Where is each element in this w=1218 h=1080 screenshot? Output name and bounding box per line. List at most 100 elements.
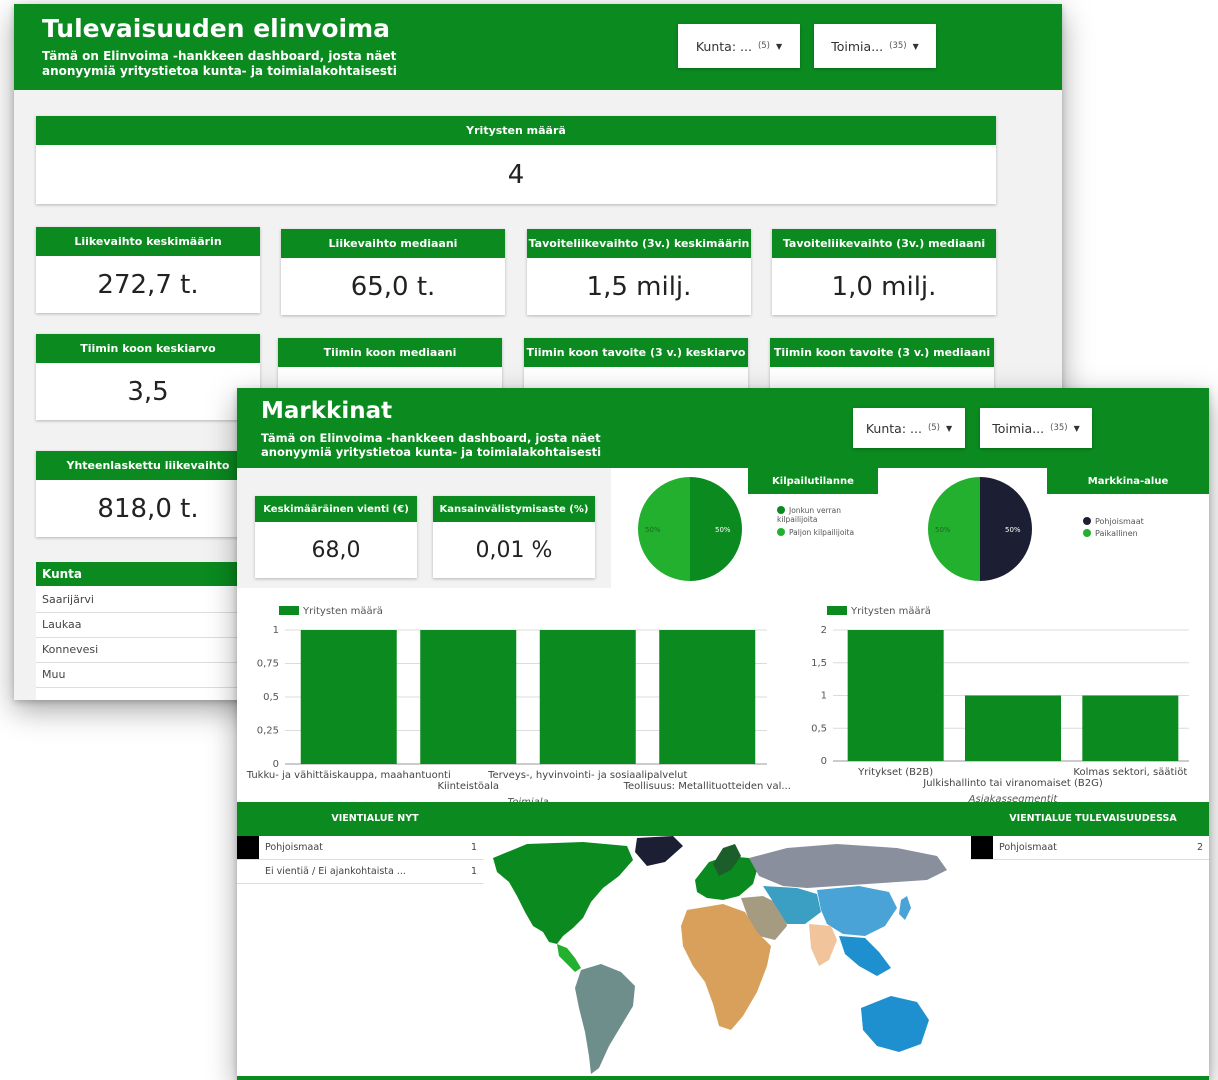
y-tick-label: 0 <box>273 759 279 770</box>
kpi-label: Tavoiteliikevaihto (3v.) mediaani <box>772 229 996 258</box>
legend-label: Jonkun verran kilpailijoita <box>777 506 841 524</box>
back-kunta-filter[interactable]: Kunta: ... (5) ▼ <box>678 24 800 68</box>
kpi-total-label: Yritysten määrä <box>36 116 996 145</box>
back-toimiala-filter[interactable]: Toimia... (35) ▼ <box>814 24 936 68</box>
caret-down-icon: ▼ <box>775 41 783 51</box>
north-america-shape[interactable] <box>493 842 633 944</box>
y-tick-label: 1 <box>273 625 279 636</box>
front-toimiala-filter[interactable]: Toimia... (35) ▼ <box>980 408 1092 448</box>
bar <box>539 630 636 764</box>
list-item-count: 1 <box>470 842 477 853</box>
india-shape[interactable] <box>809 924 837 966</box>
pie-legend-markkina-alue: Pohjoismaat Paikallinen <box>1083 516 1144 540</box>
bar <box>965 695 1061 761</box>
legend-label: Yritysten määrä <box>302 606 383 617</box>
kpi-value: 0,01 % <box>475 537 553 563</box>
legend-dot-icon <box>777 528 785 536</box>
vientialue-nyt-title: VIENTIALUE NYT <box>331 813 419 824</box>
kpi-yhteenlaskettu: Yhteenlaskettu liikevaihto 818,0 t. <box>36 451 260 537</box>
y-tick-label: 0,25 <box>257 726 279 737</box>
greenland-shape[interactable] <box>635 836 683 866</box>
kpi-kansainvalistymisaste: Kansainvälistymisaste (%) 0,01 % <box>433 496 595 578</box>
front-kunta-filter[interactable]: Kunta: ... (5) ▼ <box>853 408 965 448</box>
back-kunta-filter-count: (5) <box>757 41 770 51</box>
kpi-label: Tiimin koon tavoite (3 v.) mediaani <box>770 338 994 367</box>
legend-dot-icon <box>777 506 785 514</box>
pie-slice-label: 50% <box>715 526 731 534</box>
tab-kilpailutilanne[interactable]: Kilpailutilanne <box>748 468 878 494</box>
vienti-tulevaisuus-list: Pohjoismaat 2 <box>971 836 1209 860</box>
front-header: Markkinat Tämä on Elinvoima -hankkeen da… <box>237 388 1209 468</box>
list-item-label: Pohjoismaat <box>265 842 323 853</box>
kpi-label: Liikevaihto mediaani <box>281 229 505 258</box>
legend-dot-icon <box>1083 529 1091 537</box>
kpi-value: 3,5 <box>127 376 169 407</box>
y-tick-label: 1,5 <box>811 658 827 669</box>
back-toimiala-filter-count: (35) <box>889 41 907 51</box>
list-item-count: 2 <box>1196 842 1203 853</box>
bar <box>300 630 397 764</box>
legend-label: Paikallinen <box>1095 529 1138 538</box>
kpi-label: Tavoiteliikevaihto (3v.) keskimäärin <box>527 229 751 258</box>
legend-item: Jonkun verran kilpailijoita <box>777 506 857 524</box>
kpi-tiimi-avg: Tiimin koon keskiarvo 3,5 <box>36 334 260 420</box>
x-tick-label: Kolmas sektori, säätiöt <box>1073 767 1187 778</box>
x-tick-label: Teollisuus: Metallituotteiden val... <box>623 781 791 792</box>
table-row[interactable]: Laukaa <box>36 613 260 638</box>
central-america-shape[interactable] <box>557 944 581 972</box>
front-kunta-filter-label: Kunta: ... <box>865 420 922 436</box>
pie-slice-label: 50% <box>1005 526 1021 534</box>
list-item[interactable]: Pohjoismaat 2 <box>971 836 1209 860</box>
back-header: Tulevaisuuden elinvoima Tämä on Elinvoim… <box>14 4 1062 90</box>
kpi-value: 272,7 t. <box>97 269 199 300</box>
y-tick-label: 0 <box>821 756 827 767</box>
back-toimiala-filter-label: Toimia... <box>831 38 884 54</box>
color-swatch <box>237 836 259 859</box>
bar-chart-asiakassegmentit: Yritysten määrä 0 0,5 1 1,5 2 Yritykset (B2B)J… <box>811 606 1189 803</box>
tab-markkina-alue[interactable]: Markkina-alue <box>1047 468 1209 494</box>
kpi-label: Keskimääräinen vienti (€) <box>255 496 417 522</box>
list-item-count: 1 <box>470 866 477 877</box>
kpi-total-companies: Yritysten määrä 4 <box>36 116 996 204</box>
x-tick-label: Kiinteistöala <box>437 781 499 792</box>
pie-legend-kilpailutilanne: Jonkun verran kilpailijoita Paljon kilpa… <box>777 506 857 537</box>
y-tick-label: 2 <box>821 625 827 636</box>
kpi-label: Yhteenlaskettu liikevaihto <box>36 451 260 480</box>
kpi-value: 1,5 milj. <box>586 271 692 302</box>
japan-shape[interactable] <box>899 896 911 920</box>
footer-band <box>237 1076 1209 1080</box>
australia-shape[interactable] <box>861 996 929 1052</box>
south-america-shape[interactable] <box>575 964 635 1074</box>
kpi-total-value: 4 <box>507 159 525 190</box>
legend-item: Paljon kilpailijoita <box>777 528 857 537</box>
table-row[interactable]: Konnevesi <box>36 638 260 663</box>
list-item[interactable]: Pohjoismaat 1 <box>237 836 483 860</box>
kpi-tavoite-median: Tavoiteliikevaihto (3v.) mediaani 1,0 mi… <box>772 229 996 315</box>
x-tick-label: Yritykset (B2B) <box>857 767 933 778</box>
legend-swatch <box>827 606 847 615</box>
legend-dot-icon <box>1083 517 1091 525</box>
list-item[interactable]: Ei vientiä / Ei ajankohtaista ... 1 <box>237 860 483 884</box>
back-subtitle-line2: anonyymiä yritystietoa kunta- ja toimial… <box>42 64 397 78</box>
front-toimiala-filter-count: (35) <box>1050 423 1068 433</box>
russia-shape[interactable] <box>749 844 947 888</box>
table-row[interactable]: Saarijärvi <box>36 588 260 613</box>
front-markkinat-window: Markkinat Tämä on Elinvoima -hankkeen da… <box>237 388 1209 1080</box>
kpi-value: 818,0 t. <box>97 493 199 524</box>
legend-label: Pohjoismaat <box>1095 517 1144 526</box>
kpi-liikevaihto-avg: Liikevaihto keskimäärin 272,7 t. <box>36 227 260 313</box>
bar <box>847 630 944 761</box>
x-tick-label: Tukku- ja vähittäiskauppa, maahantuonti <box>246 770 451 781</box>
bar <box>659 630 756 764</box>
kunta-table: Kunta Saarijärvi Laukaa Konnevesi Muu <box>36 562 260 700</box>
back-page-title: Tulevaisuuden elinvoima <box>42 14 391 43</box>
table-row[interactable]: Muu <box>36 663 260 688</box>
kpi-tavoite-avg: Tavoiteliikevaihto (3v.) keskimäärin 1,5… <box>527 229 751 315</box>
x-tick-label: Terveys-, hyvinvointi- ja sosiaalipalvel… <box>487 770 687 781</box>
bar <box>1082 695 1179 761</box>
bar-chart-toimiala: Yritysten määrä 0 0,25 0,5 0,75 1 Tukku- ja vä… <box>246 606 791 803</box>
back-subtitle-line1: Tämä on Elinvoima -hankkeen dashboard, j… <box>42 49 397 63</box>
southeast-asia-shape[interactable] <box>839 936 891 976</box>
list-item-label: Ei vientiä / Ei ajankohtaista ... <box>265 866 406 877</box>
kunta-table-header: Kunta <box>36 562 260 586</box>
